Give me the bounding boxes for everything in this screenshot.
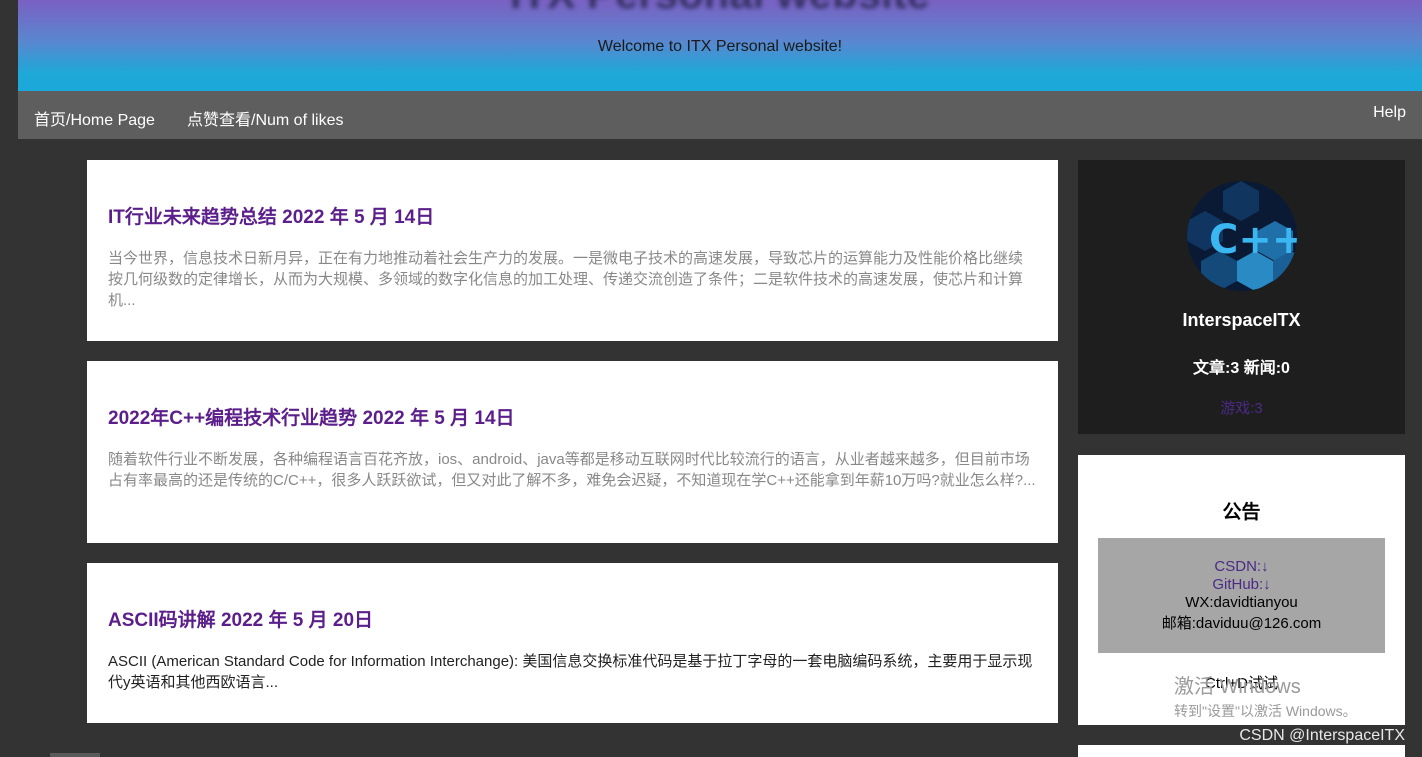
article-excerpt: ASCII (American Standard Code for Inform… [108, 653, 1033, 691]
notice-box: CSDN:↓ GitHub:↓ WX:davidtianyou 邮箱:david… [1098, 538, 1385, 653]
profile-games-link[interactable]: 游戏:3 [1078, 397, 1405, 418]
sidebar-next-panel [1078, 745, 1405, 757]
site-subtitle: Welcome to ITX Personal website! [597, 38, 843, 55]
article-excerpt: 当今世界，信息技术日新月异，正在有力地推动着社会生产力的发展。一是微电子技术的高… [108, 250, 1024, 309]
nav-likes-link[interactable]: 点赞查看/Num of likes [187, 106, 343, 130]
article-card: ASCII码讲解 2022 年 5 月 20日 ASCII (American … [87, 563, 1058, 723]
site-title: ITX Personal website [18, 0, 1422, 18]
csdn-link[interactable]: CSDN:↓ [1098, 558, 1385, 576]
notice-title: 公告 [1222, 502, 1261, 523]
article-excerpt: 随着软件行业不断发展，各种编程语言百花齐放，ios、android、java等都… [108, 451, 1036, 489]
csdn-watermark: CSDN @InterspaceITX [1239, 727, 1405, 744]
profile-name: InterspaceITX [1182, 310, 1301, 330]
windows-activation-title: 激活 Windows [1174, 676, 1301, 698]
wx-contact: WX:davidtianyou [1185, 594, 1298, 611]
page-bottom-strip [50, 753, 100, 757]
nav-home-link[interactable]: 首页/Home Page [34, 106, 155, 130]
nav-help-link[interactable]: Help [1373, 104, 1406, 122]
article-title-link[interactable]: IT行业未来趋势总结 2022 年 5 月 14日 [108, 202, 1037, 229]
article-title-link[interactable]: ASCII码讲解 2022 年 5 月 20日 [108, 605, 1037, 632]
article-card: 2022年C++编程技术行业趋势 2022 年 5 月 14日 随着软件行业不断… [87, 361, 1058, 543]
profile-stats: 文章:3 新闻:0 [1193, 360, 1290, 377]
site-header: ITX Personal website Welcome to ITX Pers… [18, 0, 1422, 91]
email-contact: 邮箱:daviduu@126.com [1161, 615, 1322, 632]
nav-bar: 首页/Home Page 点赞查看/Num of likes Help [18, 91, 1422, 139]
article-title-link[interactable]: 2022年C++编程技术行业趋势 2022 年 5 月 14日 [108, 403, 1037, 430]
cpp-logo-icon[interactable]: C++ [1187, 181, 1297, 291]
article-card: IT行业未来趋势总结 2022 年 5 月 14日 当今世界，信息技术日新月异，… [87, 160, 1058, 341]
github-link[interactable]: GitHub:↓ [1098, 576, 1385, 594]
svg-text:C++: C++ [1209, 217, 1297, 263]
windows-activation-overlay: 激活 Windows 转到"设置"以激活 Windows。 [1174, 670, 1414, 721]
windows-activation-subtitle: 转到"设置"以激活 Windows。 [1174, 703, 1357, 719]
profile-panel: C++ InterspaceITX 文章:3 新闻:0 游戏:3 [1078, 160, 1405, 434]
